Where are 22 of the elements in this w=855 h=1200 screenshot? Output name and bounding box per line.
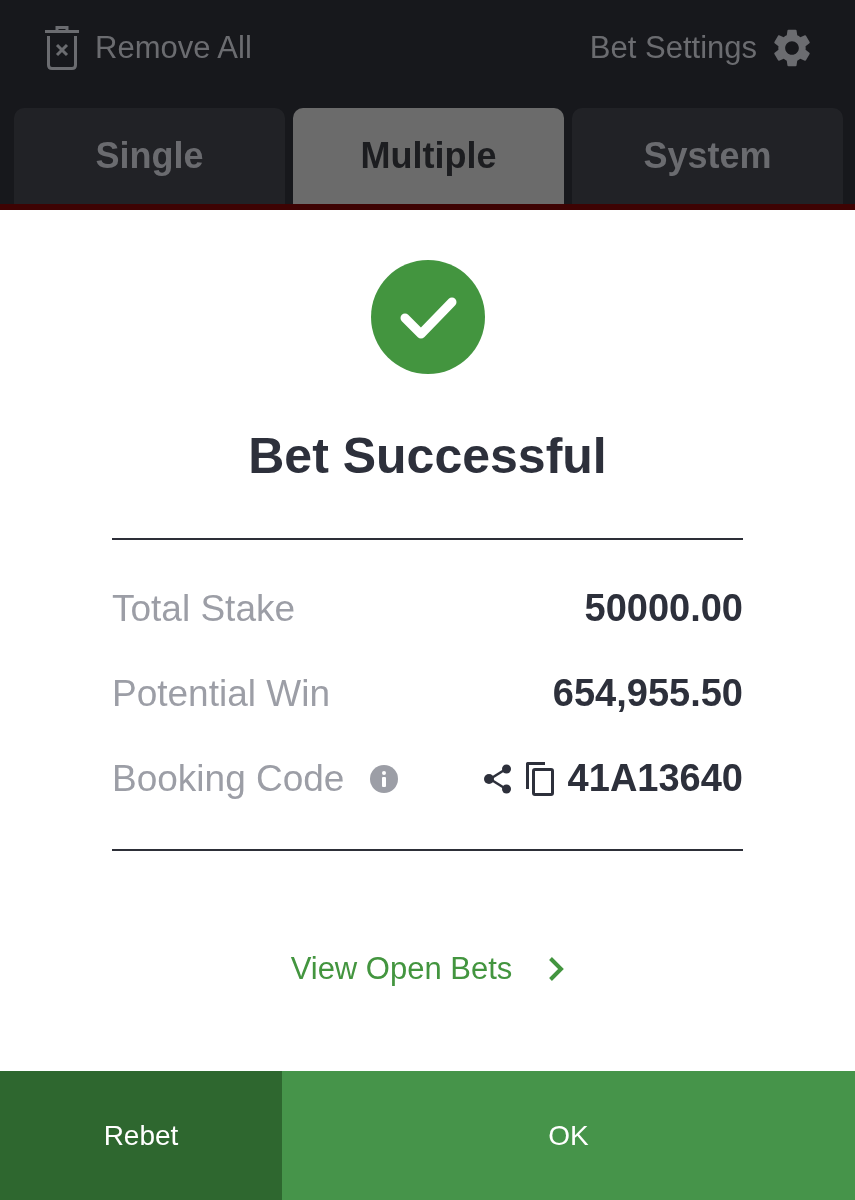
amount-value: 50000.00 — [584, 587, 743, 630]
trash-icon — [45, 25, 79, 70]
tab[interactable]: Single — [14, 108, 285, 204]
row-label: Potential Win — [112, 672, 330, 715]
settings-icon — [773, 28, 811, 67]
ok-button[interactable]: OK — [282, 1071, 855, 1200]
copy-icon[interactable] — [525, 761, 554, 796]
info-icon[interactable] — [370, 764, 399, 793]
bet-settings-button[interactable]: Bet Settings — [589, 28, 811, 67]
row-label: Booking Code — [112, 757, 345, 800]
tab[interactable]: Multiple — [293, 108, 564, 204]
dialog-title: Bet Successful — [248, 427, 607, 486]
tab[interactable]: System — [572, 108, 843, 204]
booking-code-value: 41A13640 — [567, 757, 743, 800]
view-open-bets-link[interactable]: View Open Bets — [290, 951, 565, 987]
remove-all-button[interactable]: Remove All — [45, 25, 252, 70]
row-label: Total Stake — [112, 587, 296, 630]
amount-value: 654,955.50 — [552, 672, 743, 715]
chevron-right-icon — [548, 956, 565, 982]
success-check-icon — [370, 260, 485, 374]
rebet-button[interactable]: Rebet — [0, 1071, 282, 1200]
share-icon[interactable] — [483, 763, 512, 794]
